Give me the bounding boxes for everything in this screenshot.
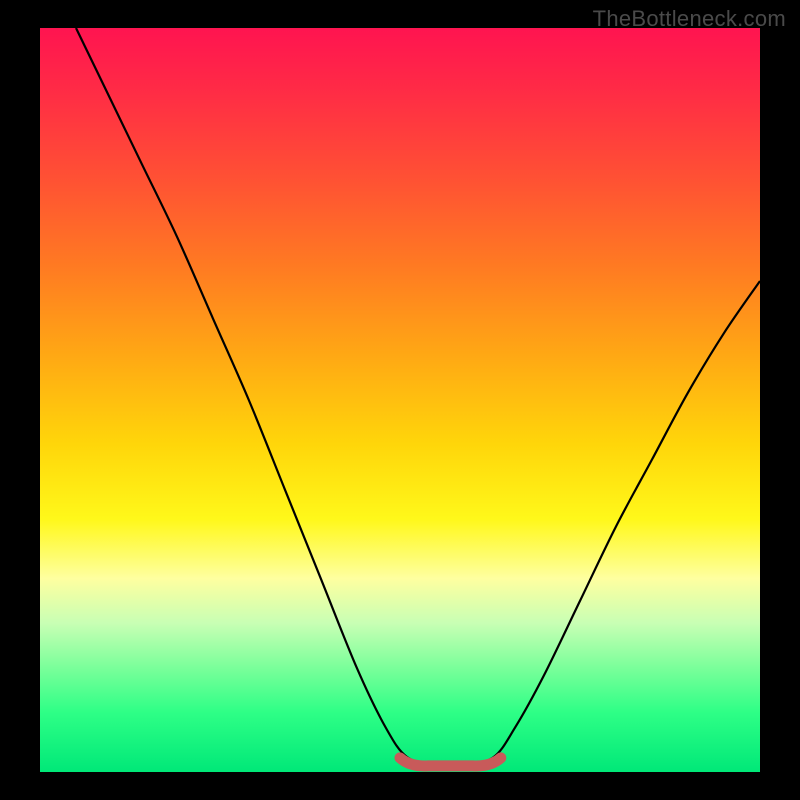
watermark-text: TheBottleneck.com: [593, 6, 786, 32]
bottleneck-curve: [76, 28, 760, 765]
highlight-region: [400, 758, 501, 766]
chart-plot-area: [40, 28, 760, 772]
chart-curve-layer: [40, 28, 760, 772]
